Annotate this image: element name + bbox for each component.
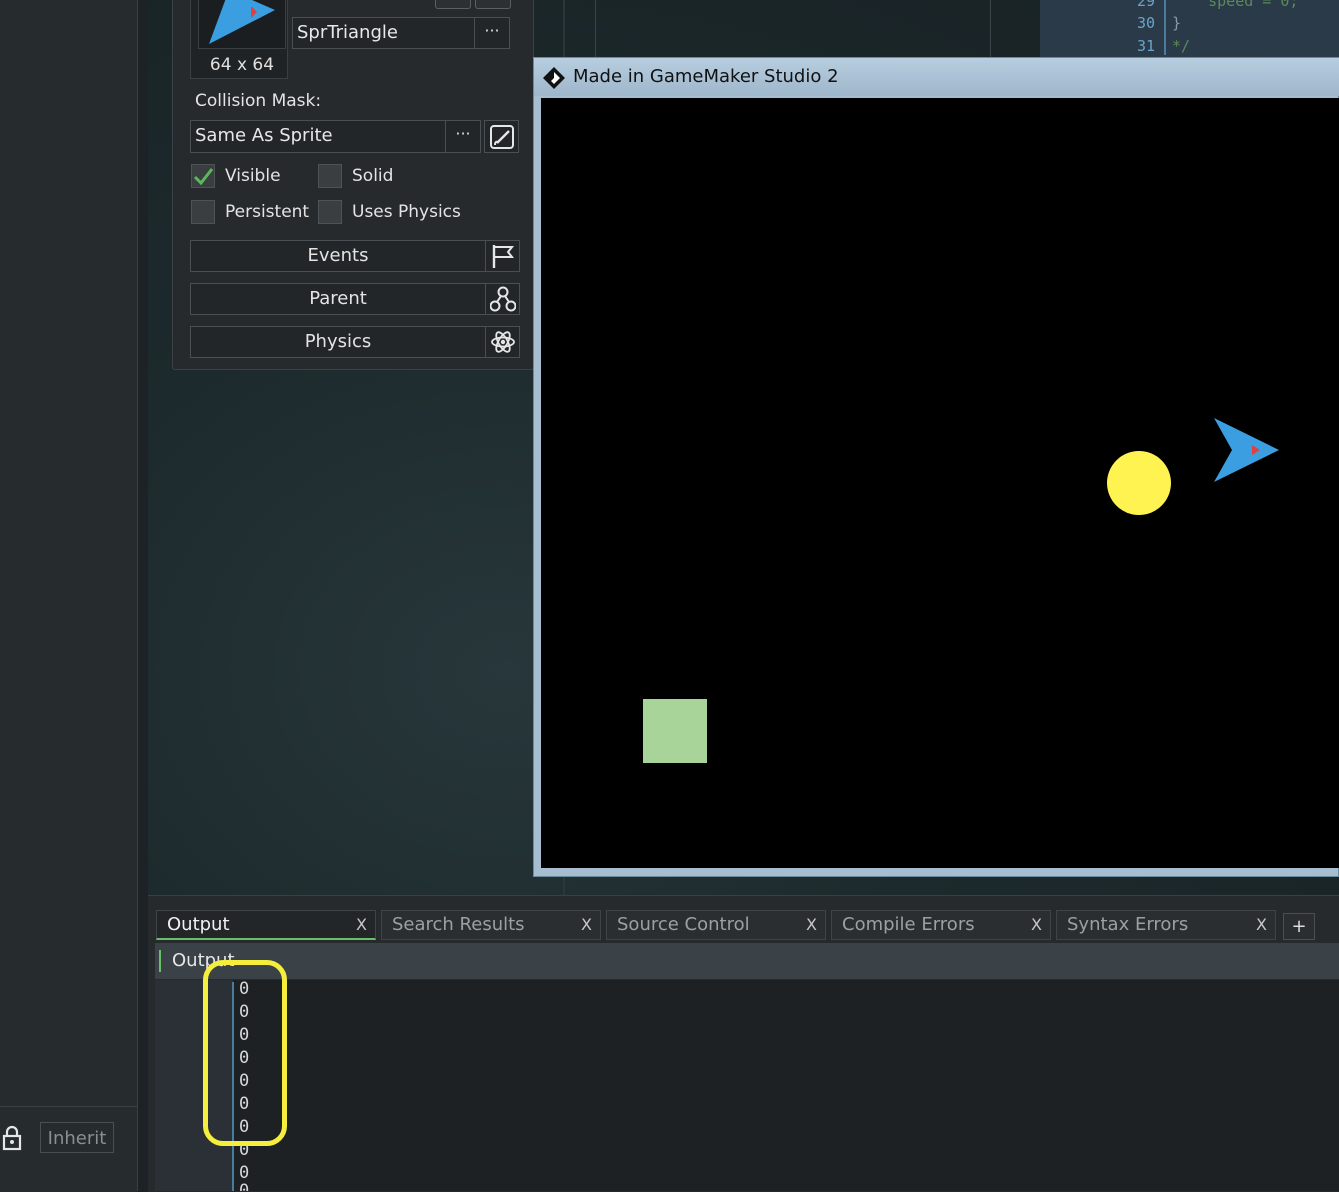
tab-label: Syntax Errors [1067,914,1189,935]
physics-icon-button[interactable] [485,326,520,358]
solid-checkbox[interactable] [318,164,342,188]
events-icon-button[interactable] [485,240,520,272]
physics-button[interactable]: Physics [190,326,486,358]
tab-close-icon[interactable]: X [581,911,592,939]
events-button[interactable]: Events [190,240,486,272]
output-header-accent [159,950,161,972]
sprite-thumbnail[interactable] [198,0,286,49]
gamemaker-logo-icon [542,66,566,90]
left-rail [0,0,138,1191]
sprite-browse-button[interactable]: ··· [474,17,510,49]
code-line-number: 31 [1137,37,1156,55]
code-gutter-line [1164,0,1166,55]
tab-syntax-errors[interactable]: Syntax Errors X [1056,910,1276,940]
persistent-checkbox[interactable] [191,200,215,224]
sprite-new-button[interactable] [475,0,511,9]
code-line-text[interactable]: speed = 0; [1172,0,1298,10]
tab-output[interactable]: Output X [156,910,376,940]
visible-label: Visible [225,166,281,186]
check-icon [193,168,214,186]
tab-label: Source Control [617,914,750,935]
game-window-title: Made in GameMaker Studio 2 [573,66,839,87]
brush-icon [489,124,514,149]
uses-physics-label: Uses Physics [352,202,461,222]
code-line-text[interactable]: */ [1172,37,1190,55]
code-line-number: 30 [1137,14,1156,32]
panel-divider [595,0,596,60]
sprite-size: 64 x 64 [209,55,275,75]
highlight-annotation [203,960,287,1146]
sprite-field[interactable]: SprTriangle [292,17,475,49]
solid-label: Solid [352,166,394,186]
output-line: 0 [239,1181,250,1191]
player-triangle-sprite [1214,418,1280,484]
uses-physics-checkbox[interactable] [318,200,342,224]
mask-edit-button[interactable] [484,120,519,153]
green-block-sprite [643,699,707,763]
flag-icon [492,245,514,268]
tab-label: Search Results [392,914,525,935]
parent-button[interactable]: Parent [190,283,486,315]
yellow-ball-sprite [1107,451,1171,515]
panel-divider [990,0,991,60]
lock-icon[interactable] [2,1125,22,1151]
collision-mask-label: Collision Mask: [195,91,322,111]
collision-mask-browse-button[interactable]: ··· [445,120,481,153]
visible-checkbox[interactable] [191,164,215,188]
tab-label: Output [167,914,230,935]
tab-close-icon[interactable]: X [1031,911,1042,939]
sprite-edit-button[interactable] [435,0,471,9]
add-tab-button[interactable]: + [1283,913,1315,940]
tab-source-control[interactable]: Source Control X [606,910,826,940]
hierarchy-icon [489,286,516,312]
persistent-label: Persistent [225,202,310,222]
code-line-number: 29 [1137,0,1156,10]
tab-close-icon[interactable]: X [806,911,817,939]
tab-label: Compile Errors [842,914,975,935]
output-log[interactable] [155,980,1339,1191]
tab-close-icon[interactable]: X [356,911,367,939]
output-header [155,943,1339,979]
inherit-button[interactable]: Inherit [40,1122,114,1153]
collision-mask-field[interactable]: Same As Sprite [190,120,446,153]
tab-search-results[interactable]: Search Results X [381,910,601,940]
atom-icon [490,331,515,353]
parent-icon-button[interactable] [485,283,520,315]
output-line: 0 [239,1163,250,1183]
tab-close-icon[interactable]: X [1256,911,1267,939]
tab-compile-errors[interactable]: Compile Errors X [831,910,1051,940]
code-line-text[interactable]: } [1172,14,1181,32]
